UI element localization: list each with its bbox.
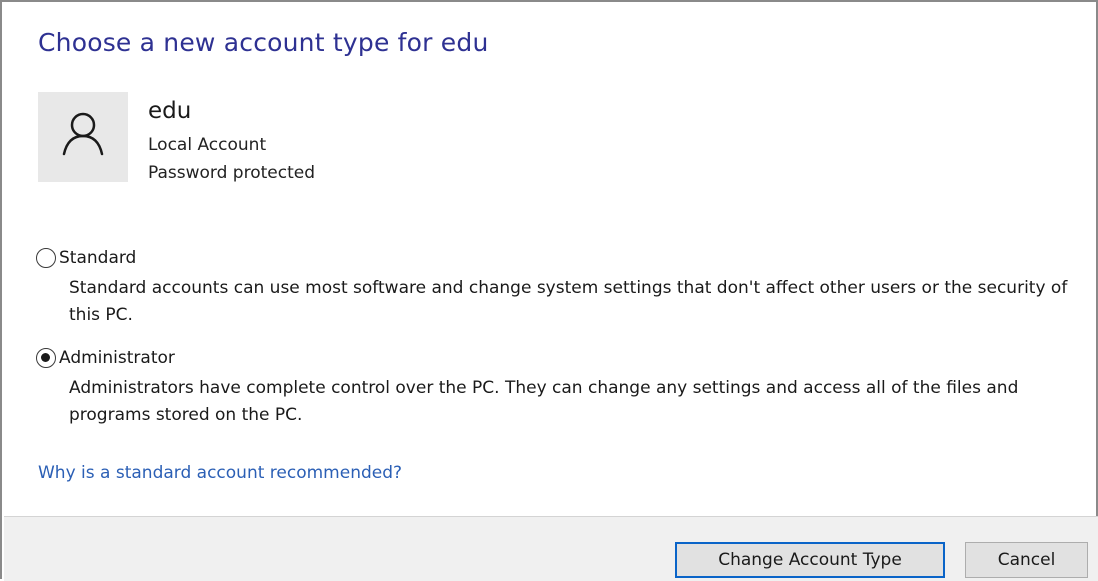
account-type: Local Account <box>148 135 267 155</box>
administrator-description: Administrators have complete control ove… <box>69 378 1019 425</box>
administrator-radio[interactable] <box>36 348 56 368</box>
avatar <box>38 92 128 182</box>
standard-description: Standard accounts can use most software … <box>69 278 1068 325</box>
standard-radio[interactable] <box>36 248 56 268</box>
standard-account-help-link[interactable]: Why is a standard account recommended? <box>38 463 402 483</box>
administrator-label[interactable]: Administrator <box>59 348 175 368</box>
account-status: Password protected <box>148 163 316 183</box>
account-type-window: Choose a new account type for edu edu Lo… <box>0 0 1098 581</box>
change-account-type-button[interactable]: Change Account Type <box>675 542 945 578</box>
standard-label[interactable]: Standard <box>59 248 136 268</box>
standard-option[interactable]: Standard <box>36 248 136 268</box>
account-name: edu <box>148 98 192 124</box>
user-icon <box>62 112 104 156</box>
page-title: Choose a new account type for edu <box>38 28 489 57</box>
cancel-button[interactable]: Cancel <box>965 542 1088 578</box>
administrator-option[interactable]: Administrator <box>36 348 175 368</box>
